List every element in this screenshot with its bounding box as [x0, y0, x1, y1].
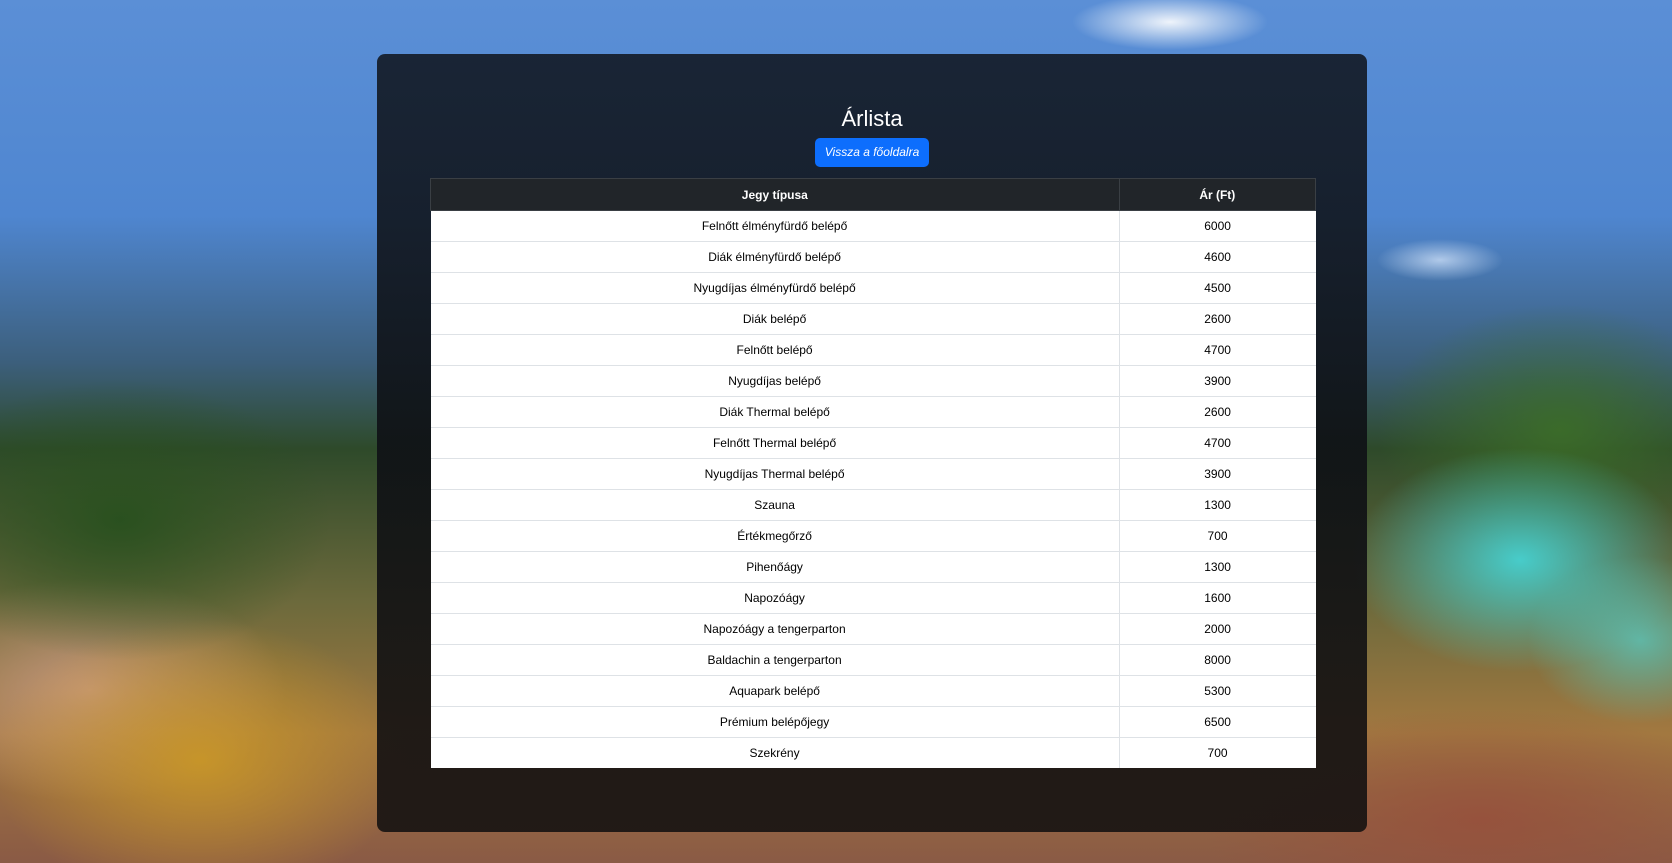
ticket-type-cell: Nyugdíjas belépő — [430, 365, 1120, 397]
price-cell: 2600 — [1118, 303, 1316, 335]
ticket-type-cell: Felnőtt belépő — [430, 334, 1120, 366]
ticket-type-cell: Felnőtt Thermal belépő — [430, 427, 1120, 459]
ticket-type-cell: Diák élményfürdő belépő — [430, 241, 1120, 273]
ticket-type-cell: Szekrény — [430, 737, 1120, 768]
price-cell: 3900 — [1118, 365, 1316, 397]
price-cell: 2600 — [1118, 396, 1316, 428]
price-cell: 5300 — [1118, 675, 1316, 707]
price-cell: 700 — [1118, 737, 1316, 768]
ticket-type-cell: Prémium belépőjegy — [430, 706, 1120, 738]
table-row: Pihenőágy 1300 — [430, 551, 1316, 583]
header-ticket-type: Jegy típusa — [430, 178, 1120, 211]
price-cell: 1600 — [1118, 582, 1316, 614]
ticket-type-cell: Napozóágy a tengerparton — [430, 613, 1120, 645]
price-cell: 700 — [1118, 520, 1316, 552]
table-row: Felnőtt élményfürdő belépő 6000 — [430, 210, 1316, 242]
ticket-type-cell: Felnőtt élményfürdő belépő — [430, 210, 1120, 242]
header-price: Ár (Ft) — [1118, 178, 1317, 211]
table-row: Felnőtt belépő 4700 — [430, 334, 1316, 366]
table-row: Baldachin a tengerparton 8000 — [430, 644, 1316, 676]
table-header-row: Jegy típusa Ár (Ft) — [430, 178, 1317, 211]
price-cell: 3900 — [1118, 458, 1316, 490]
table-row: Diák élményfürdő belépő 4600 — [430, 241, 1316, 273]
ticket-type-cell: Nyugdíjas élményfürdő belépő — [430, 272, 1120, 304]
ticket-type-cell: Értékmegőrző — [430, 520, 1120, 552]
price-cell: 2000 — [1118, 613, 1316, 645]
price-cell: 6000 — [1118, 210, 1316, 242]
table-row: Diák belépő 2600 — [430, 303, 1316, 335]
table-row: Napozóágy 1600 — [430, 582, 1316, 614]
table-row: Diák Thermal belépő 2600 — [430, 396, 1316, 428]
price-cell: 4500 — [1118, 272, 1316, 304]
table-row: Értékmegőrző 700 — [430, 520, 1316, 552]
page-title: Árlista — [841, 106, 903, 131]
table-row: Szekrény 700 — [430, 737, 1316, 768]
ticket-type-cell: Diák belépő — [430, 303, 1120, 335]
ticket-type-cell: Baldachin a tengerparton — [430, 644, 1120, 676]
back-to-home-button[interactable]: Vissza a főoldalra — [815, 138, 929, 167]
price-cell: 6500 — [1118, 706, 1316, 738]
table-row: Felnőtt Thermal belépő 4700 — [430, 427, 1316, 459]
table-row: Szauna 1300 — [430, 489, 1316, 521]
ticket-type-cell: Pihenőágy — [430, 551, 1120, 583]
table-body: Felnőtt élményfürdő belépő 6000 Diák élmén… — [430, 210, 1316, 768]
ticket-type-cell: Szauna — [430, 489, 1120, 521]
price-cell: 4700 — [1118, 427, 1316, 459]
ticket-type-cell: Aquapark belépő — [430, 675, 1120, 707]
table-row: Aquapark belépő 5300 — [430, 675, 1316, 707]
price-cell: 1300 — [1118, 489, 1316, 521]
ticket-type-cell: Diák Thermal belépő — [430, 396, 1120, 428]
price-cell: 1300 — [1118, 551, 1316, 583]
ticket-type-cell: Nyugdíjas Thermal belépő — [430, 458, 1120, 490]
table-row: Napozóágy a tengerparton 2000 — [430, 613, 1316, 645]
table-row: Nyugdíjas élményfürdő belépő 4500 — [430, 272, 1316, 304]
table-row: Prémium belépőjegy 6500 — [430, 706, 1316, 738]
ticket-type-cell: Napozóágy — [430, 582, 1120, 614]
price-cell: 8000 — [1118, 644, 1316, 676]
price-cell: 4700 — [1118, 334, 1316, 366]
price-list-panel: Árlista Vissza a főoldalra Jegy típusa Á… — [377, 54, 1367, 832]
price-table: Jegy típusa Ár (Ft) Felnőtt élményfürdő … — [430, 178, 1317, 768]
price-cell: 4600 — [1118, 241, 1316, 273]
table-row: Nyugdíjas Thermal belépő 3900 — [430, 458, 1316, 490]
table-row: Nyugdíjas belépő 3900 — [430, 365, 1316, 397]
